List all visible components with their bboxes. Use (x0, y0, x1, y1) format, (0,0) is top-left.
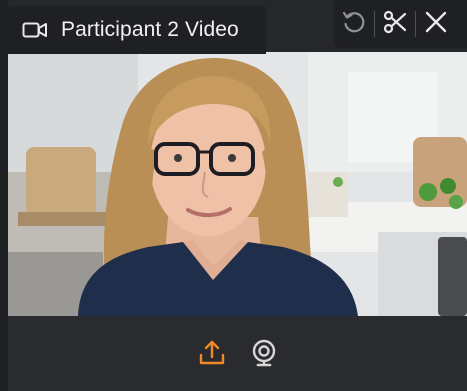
rotate-ccw-icon (341, 9, 367, 40)
video-controls-bar (8, 316, 467, 391)
video-title: Participant 2 Video (61, 18, 239, 41)
close-button[interactable] (416, 2, 456, 46)
upload-icon (197, 338, 227, 373)
webcam-icon (249, 338, 279, 373)
close-icon (423, 9, 449, 40)
participant-video-feed (8, 52, 467, 316)
window-frame-left (0, 0, 8, 391)
upload-button[interactable] (195, 338, 229, 372)
scissors-icon (382, 9, 408, 40)
reset-button[interactable] (334, 2, 374, 46)
webcam-button[interactable] (247, 338, 281, 372)
video-frame-image (8, 52, 467, 316)
video-camera-icon (22, 21, 48, 39)
video-toolbar (334, 0, 467, 48)
video-title-tab: Participant 2 Video (8, 6, 266, 54)
scissors-button[interactable] (375, 2, 415, 46)
